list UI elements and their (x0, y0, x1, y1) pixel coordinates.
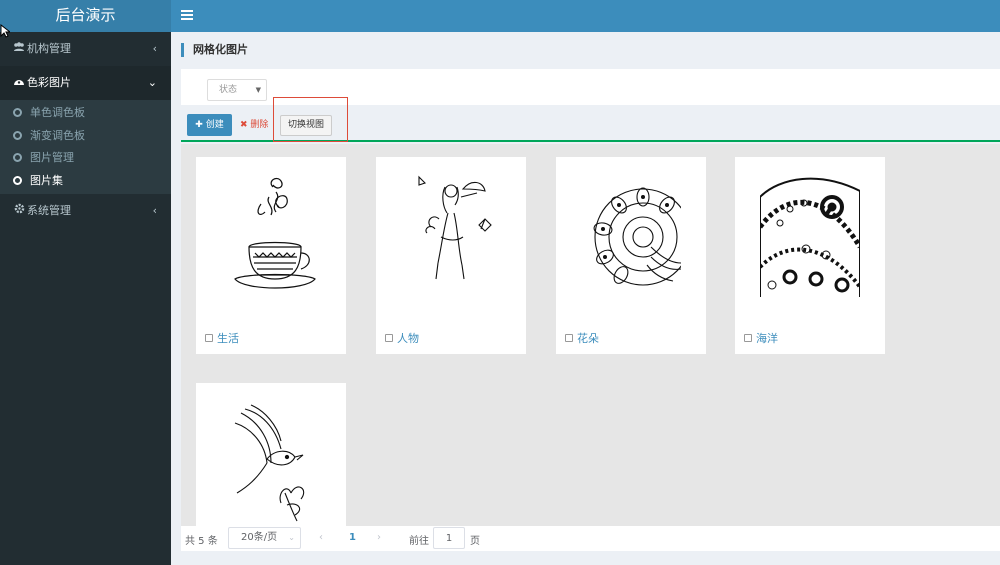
top-header: 后台演示 (0, 0, 1000, 32)
circle-icon (13, 108, 22, 117)
image-card[interactable] (196, 383, 346, 526)
page-size-value: 20条/页 (241, 532, 278, 543)
goto-label: 前往 (409, 536, 429, 547)
main-content: 网格化图片 状态 ▼ ✚ 创建 ✖ 删除 切换视图 生活 人物 花朵 海洋 共 … (171, 32, 1000, 565)
goto-unit-label: 页 (470, 536, 480, 547)
sidebar-subitem-label: 图片管理 (30, 151, 74, 164)
palette-icon (12, 67, 26, 101)
status-select-placeholder: 状态 (219, 85, 238, 95)
chevron-left-icon: ‹ (152, 42, 157, 55)
image-card[interactable]: 海洋 (735, 157, 885, 354)
sidebar-subitem-label: 图片集 (30, 173, 63, 187)
sidebar-subitem-label: 单色调色板 (30, 106, 85, 119)
sidebar-item-label: 系统管理 (27, 204, 71, 217)
close-icon: ✖ (240, 120, 248, 130)
card-name[interactable]: 花朵 (577, 330, 599, 346)
delete-button[interactable]: ✖ 删除 (240, 114, 272, 136)
next-page-button[interactable]: › (377, 532, 381, 543)
goto-page-input[interactable] (433, 527, 465, 549)
image-grid: 生活 人物 花朵 海洋 (181, 144, 1000, 526)
chevron-left-icon: ‹ (152, 204, 157, 217)
woman-parasol-illustration (418, 175, 492, 280)
bird-flower-illustration (234, 404, 305, 522)
page-title: 网格化图片 (181, 43, 248, 57)
sidebar-item-label: 机构管理 (27, 42, 71, 55)
mandala-flower-illustration (593, 187, 681, 286)
sidebar-item-label: 色彩图片 (27, 76, 71, 89)
pagination-total: 共 5 条 (185, 536, 218, 547)
coffee-cup-illustration (234, 177, 316, 289)
image-card[interactable]: 人物 (376, 157, 526, 354)
card-name[interactable]: 生活 (217, 330, 239, 346)
sidebar-item-color-images[interactable]: 色彩图片 ⌄ (0, 66, 171, 100)
prev-page-button[interactable]: ‹ (319, 532, 323, 543)
circle-icon (13, 153, 22, 162)
sidebar: 机构管理 ‹ 色彩图片 ⌄ 单色调色板 渐变调色板 图片管理 图片集 系统管理 … (0, 32, 171, 565)
filter-bar: 状态 ▼ (181, 69, 1000, 105)
caret-down-icon: ▼ (255, 86, 261, 94)
switch-view-button[interactable]: 切换视图 (280, 115, 332, 136)
sidebar-subitem-mono-palette[interactable]: 单色调色板 (0, 102, 171, 125)
sidebar-subitem-gradient-palette[interactable]: 渐变调色板 (0, 125, 171, 148)
circle-icon (13, 175, 22, 185)
sidebar-subitem-label: 渐变调色板 (30, 128, 85, 142)
gear-icon (12, 195, 26, 229)
page-number-current[interactable]: 1 (349, 532, 356, 543)
mouse-cursor-icon (0, 24, 10, 38)
sidebar-item-org[interactable]: 机构管理 ‹ (0, 32, 171, 66)
submenu-color-images: 单色调色板 渐变调色板 图片管理 图片集 (0, 100, 171, 194)
delete-button-label: 删除 (250, 120, 269, 130)
toolbar: ✚ 创建 ✖ 删除 切换视图 (181, 110, 1000, 142)
status-select[interactable]: 状态 ▼ (207, 79, 267, 101)
image-card[interactable]: 生活 (196, 157, 346, 354)
chevron-down-icon: ⌄ (147, 76, 157, 89)
hamburger-icon[interactable] (181, 8, 193, 22)
app-logo[interactable]: 后台演示 (0, 0, 171, 32)
users-icon (12, 33, 26, 67)
card-name[interactable]: 海洋 (756, 330, 778, 346)
circle-icon (13, 130, 22, 140)
card-name[interactable]: 人物 (397, 330, 419, 346)
sidebar-item-system[interactable]: 系统管理 ‹ (0, 194, 171, 228)
ocean-pattern-illustration (760, 177, 860, 297)
plus-icon: ✚ (195, 120, 203, 130)
image-card[interactable]: 花朵 (556, 157, 706, 354)
card-checkbox[interactable] (565, 334, 573, 342)
card-checkbox[interactable] (744, 334, 752, 342)
card-checkbox[interactable] (385, 334, 393, 342)
chevron-down-icon: ⌄ (288, 533, 295, 542)
card-checkbox[interactable] (205, 334, 213, 342)
sidebar-subitem-image-manage[interactable]: 图片管理 (0, 147, 171, 170)
create-button[interactable]: ✚ 创建 (187, 114, 232, 136)
sidebar-subitem-image-set[interactable]: 图片集 (0, 170, 171, 193)
page-size-select[interactable]: 20条/页 ⌄ (228, 527, 301, 549)
pagination: 共 5 条 20条/页 ⌄ ‹ 1 › 前往 页 (181, 526, 1000, 551)
create-button-label: 创建 (205, 120, 224, 130)
